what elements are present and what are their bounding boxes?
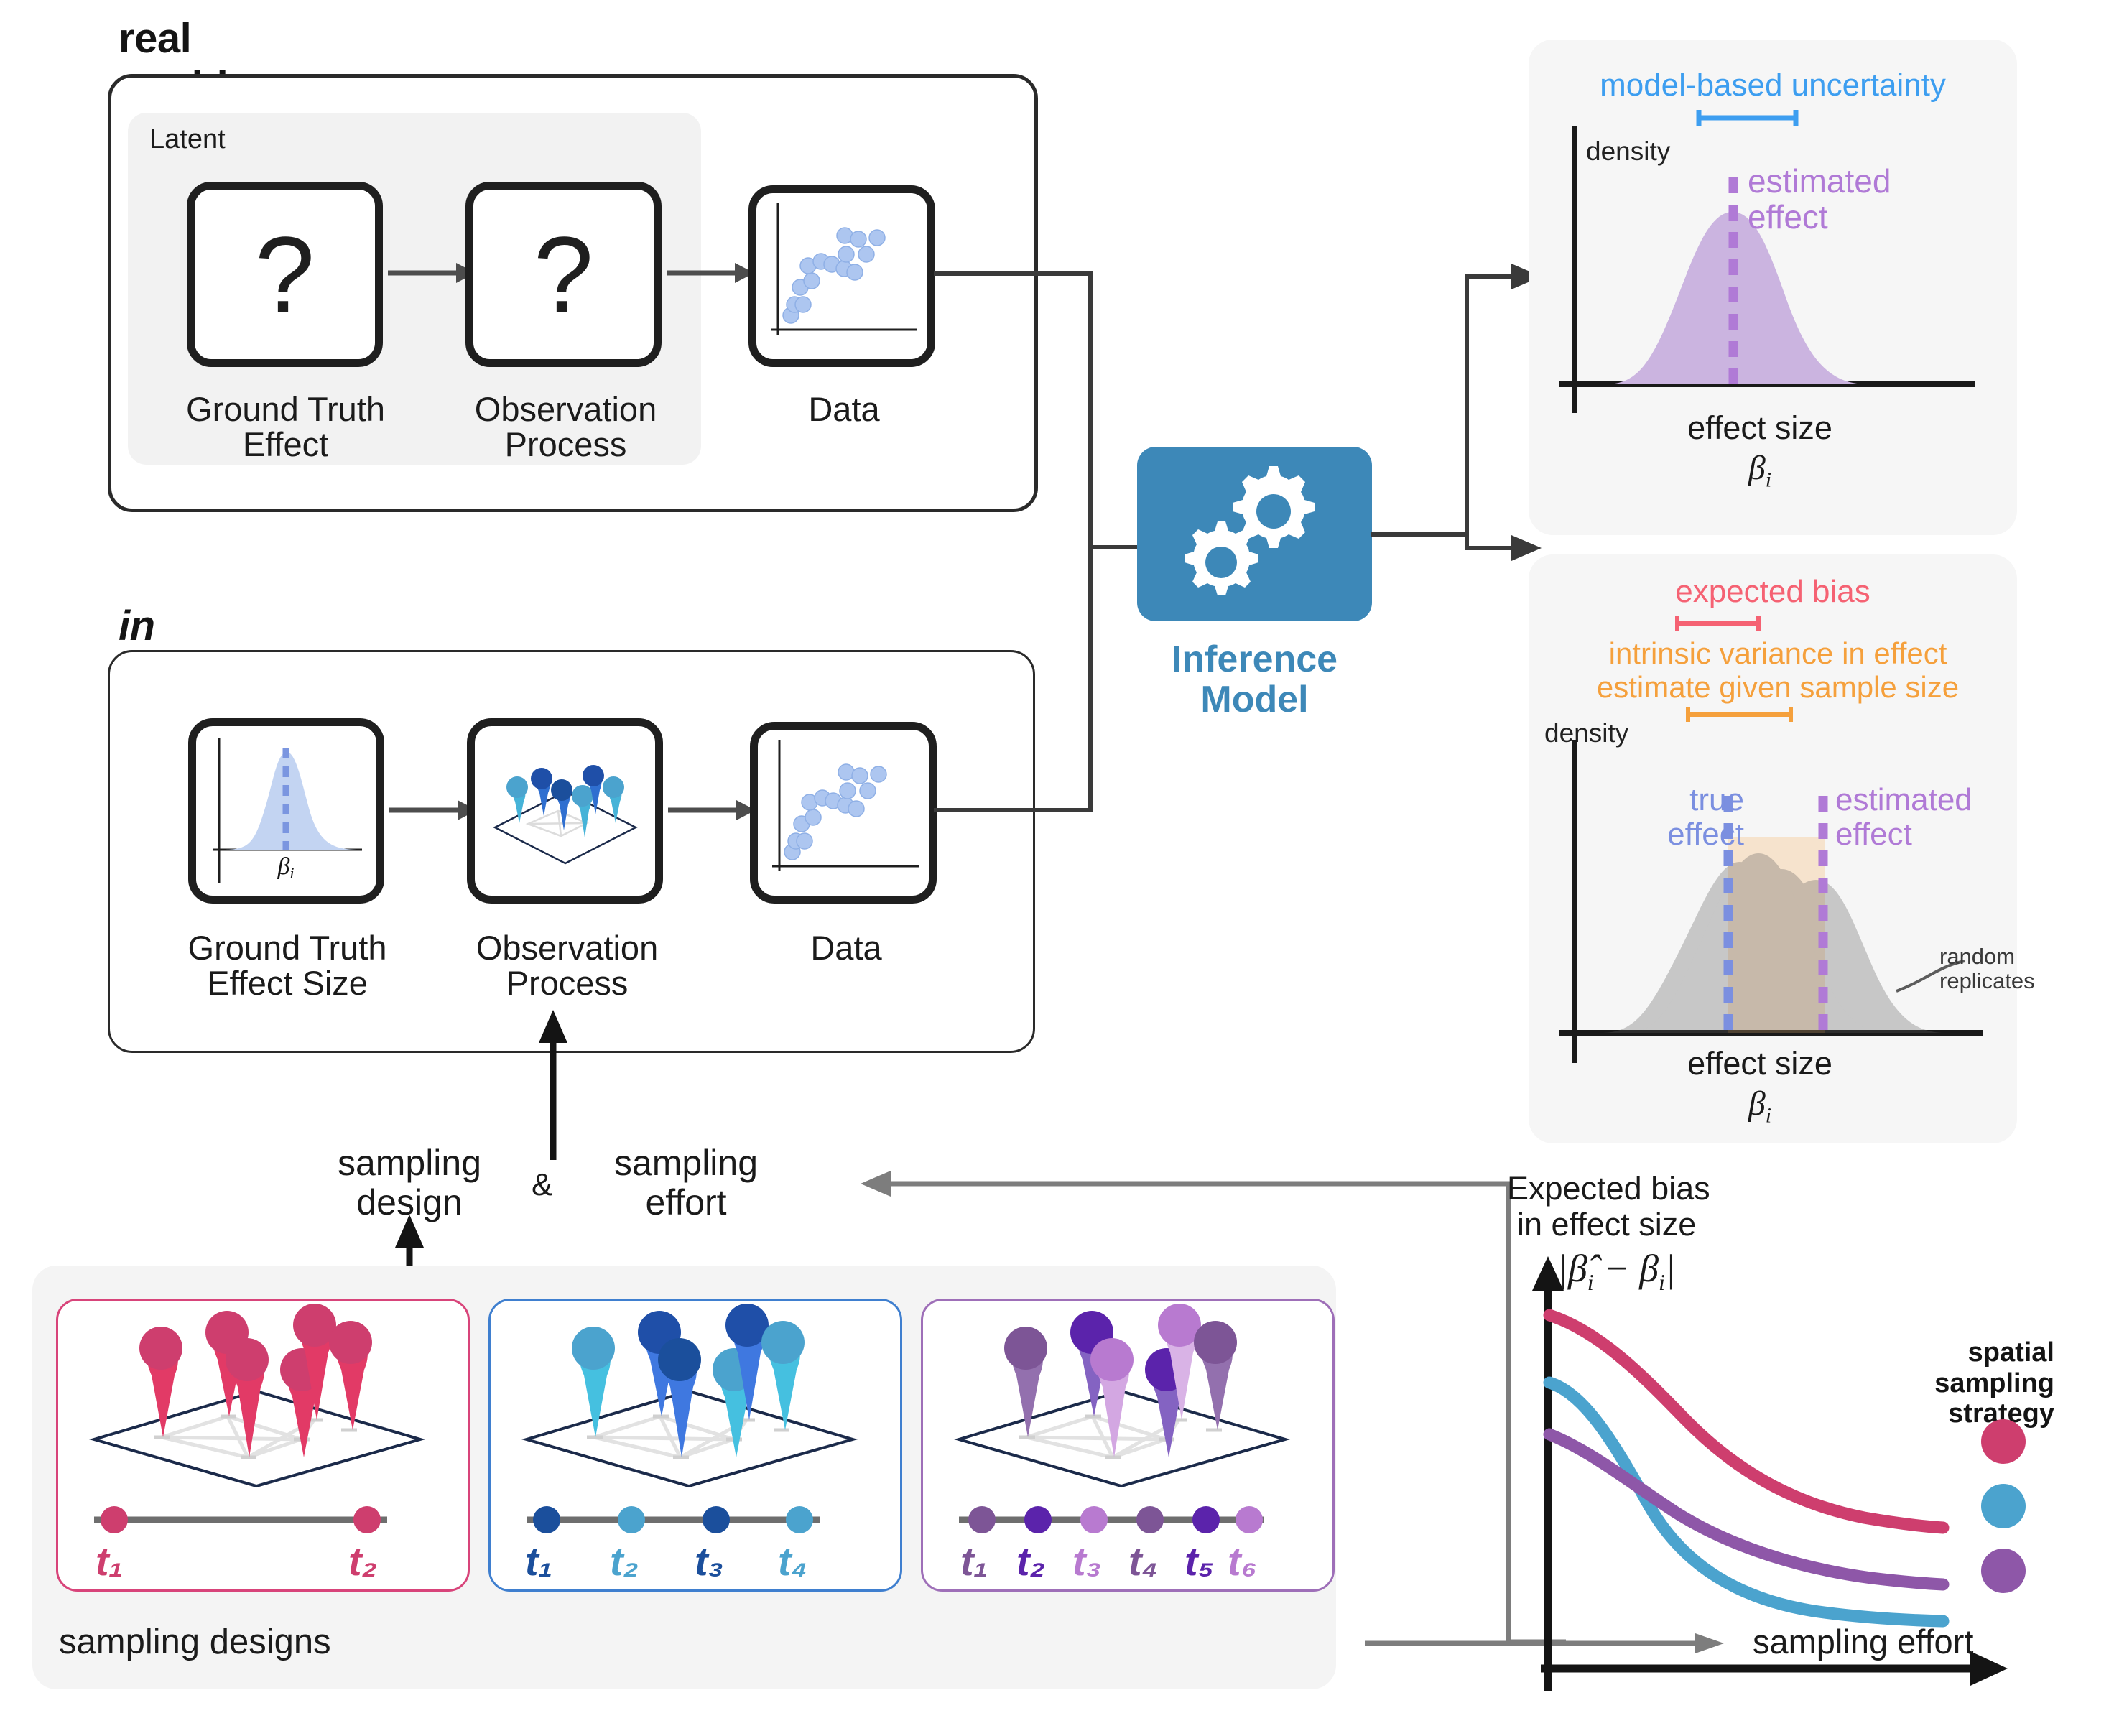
design-card-2[interactable]: t₁ t₂ t₃ t₄ (488, 1299, 902, 1592)
legend-dot-strategy-3[interactable] (1981, 1549, 2026, 1593)
effect-size-axis-label-bottom: effect size βi (1559, 1045, 1961, 1128)
design-2-timepoint-0: t₁ (525, 1538, 553, 1584)
node-label-ground-truth-effect-size: Ground Truth Effect Size (187, 929, 387, 1003)
ampersand-label: & (532, 1167, 553, 1202)
node-ground-truth-effect-size: βi (188, 718, 384, 904)
arrow-gt-to-obs (388, 263, 476, 283)
design-2-timepoint-3: t₄ (778, 1538, 808, 1584)
legend-dot-strategy-2[interactable] (1981, 1484, 2026, 1528)
node-data-silico (750, 722, 937, 904)
question-mark-icon: ? (254, 214, 315, 335)
expected-bias-range-bar (1675, 616, 1761, 631)
latent-label: Latent (149, 124, 226, 154)
svg-text:βi: βi (277, 853, 294, 882)
design-2-timepoint-2: t₃ (695, 1538, 724, 1584)
scatter-plot-icon (771, 739, 919, 871)
design-1-timepoint-0: t₁ (96, 1538, 124, 1584)
density-axis-label-top: density (1586, 136, 1671, 166)
design-3-timepoint-5: t₆ (1228, 1538, 1257, 1584)
sampling-designs-caption: sampling designs (59, 1623, 331, 1661)
question-mark-icon: ? (533, 214, 594, 335)
node-label-observation-process-silico: Observation Process (476, 929, 659, 1003)
sampling-effort-axis-label: sampling effort (1753, 1623, 1974, 1661)
beta-symbol-top: βi (1748, 449, 1772, 492)
sampling-effort-label: sampling effort (613, 1143, 759, 1222)
gears-icon (1185, 466, 1315, 595)
inference-model-box[interactable] (1137, 447, 1372, 621)
design-2-plane-icon (521, 1304, 858, 1488)
design-3-timepoint-2: t₃ (1072, 1538, 1102, 1584)
arrow-obs-to-data-real (667, 263, 754, 283)
design-2-timepoint-1: t₂ (610, 1538, 639, 1584)
design-3-timepoint-3: t₄ (1128, 1538, 1159, 1584)
beta-symbol-bottom: βi (1748, 1085, 1772, 1128)
design-card-3[interactable]: t₁ t₂ t₃ t₄ t₅ t₆ (921, 1299, 1335, 1592)
design-3-timeline (959, 1506, 1264, 1533)
design-1-timeline (94, 1506, 387, 1533)
arrow-gt-to-obs-silico (389, 800, 477, 820)
scatter-plot-icon (770, 203, 917, 335)
model-based-uncertainty-label: model-based uncertainty (1600, 68, 1946, 103)
design-3-timepoint-4: t₅ (1185, 1538, 1214, 1584)
design-1-timepoint-1: t₂ (348, 1538, 378, 1584)
design-1-plane-icon (88, 1304, 426, 1488)
estimated-effect-label-bottom: estimated effect (1835, 782, 1972, 853)
node-label-data-silico: Data (810, 929, 882, 967)
true-effect-label: true effect (1667, 782, 1744, 853)
design-3-plane-icon (953, 1304, 1291, 1488)
node-ground-truth-effect: ? (187, 182, 383, 367)
density-plot-icon: βi (213, 738, 362, 883)
design-card-1[interactable]: t₁ t₂ (56, 1299, 470, 1592)
design-3-timepoint-1: t₂ (1016, 1538, 1046, 1584)
sampling-pins-plane-icon (492, 765, 638, 865)
estimated-effect-label-top: estimated effect (1748, 162, 1891, 236)
node-observation-process-real: ? (465, 182, 662, 367)
node-label-ground-truth-effect: Ground Truth Effect (186, 390, 385, 464)
expected-bias-chart-title: Expected bias in effect size (1507, 1170, 1710, 1243)
expected-bias-label: expected bias (1675, 574, 1870, 609)
random-replicates-label: random replicates (1939, 944, 2035, 994)
effect-size-axis-label-top: effect size βi (1559, 409, 1961, 493)
arrow-into-observation-process (539, 1010, 567, 1160)
node-data-real (748, 185, 935, 367)
node-observation-process-silico (467, 718, 663, 904)
design-2-timeline (527, 1506, 820, 1533)
arrow-obs-to-data-silico (668, 800, 756, 820)
intrinsic-variance-label: intrinsic variance in effect estimate gi… (1596, 636, 1960, 705)
legend-title: spatial sampling strategy (1934, 1337, 2054, 1429)
intrinsic-variance-range-bar (1686, 707, 1793, 722)
legend-dot-strategy-1[interactable] (1981, 1419, 2026, 1464)
design-3-timepoint-0: t₁ (960, 1538, 988, 1584)
node-label-observation-process-real: Observation Process (474, 390, 657, 464)
inference-model-label: Inference Model (1171, 639, 1338, 721)
